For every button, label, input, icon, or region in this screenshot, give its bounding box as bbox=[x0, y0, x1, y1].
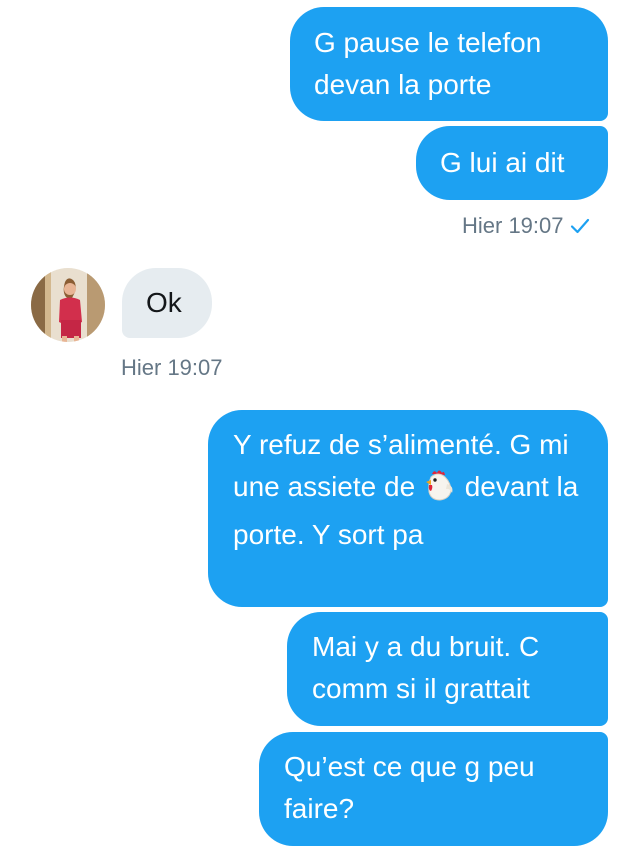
message-text: G lui ai dit bbox=[440, 147, 565, 178]
checkmark-icon bbox=[570, 213, 590, 238]
outgoing-message-bubble[interactable]: Mai y a du bruit. C comm si il grattait bbox=[287, 612, 608, 726]
outgoing-message-bubble[interactable]: Qu’est ce que g peu faire? bbox=[259, 732, 608, 846]
outgoing-message-bubble[interactable]: G lui ai dit bbox=[416, 126, 608, 200]
timestamp-text: Hier 19:07 bbox=[121, 355, 223, 380]
message-text: G pause le telefon devan la porte bbox=[314, 27, 542, 100]
outgoing-message-bubble[interactable]: Y refuz de s’alimenté. G mi une assiete … bbox=[208, 410, 608, 607]
message-text: Ok bbox=[146, 287, 182, 318]
message-timestamp: Hier 19:07 bbox=[121, 355, 223, 381]
chicken-emoji-icon bbox=[423, 468, 457, 514]
message-text: Mai y a du bruit. C comm si il grattait bbox=[312, 631, 540, 704]
outgoing-message-bubble[interactable]: G pause le telefon devan la porte bbox=[290, 7, 608, 121]
message-text: Qu’est ce que g peu faire? bbox=[284, 751, 535, 824]
avatar-photo bbox=[31, 268, 105, 342]
incoming-message-bubble[interactable]: Ok bbox=[122, 268, 212, 338]
message-timestamp: Hier 19:07 bbox=[462, 213, 590, 239]
timestamp-text: Hier 19:07 bbox=[462, 213, 564, 238]
contact-avatar[interactable] bbox=[31, 268, 105, 342]
